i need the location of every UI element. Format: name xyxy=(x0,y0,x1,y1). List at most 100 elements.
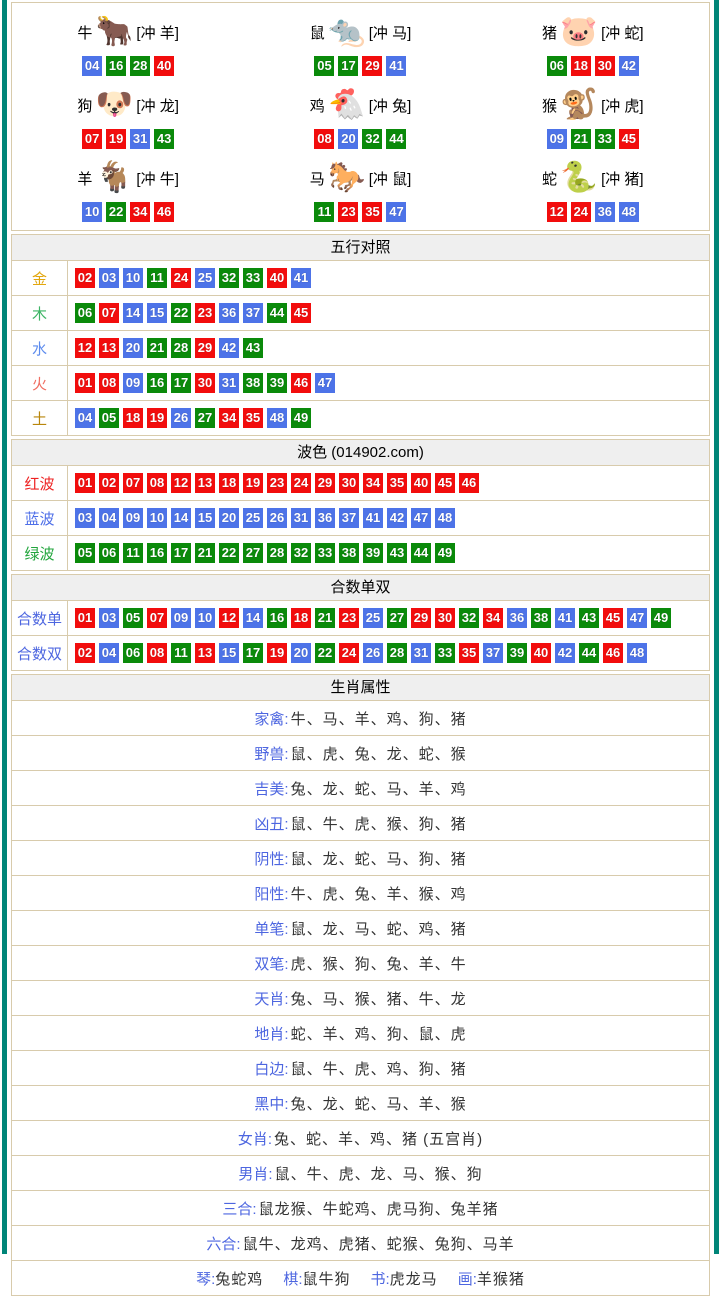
number-ball: 12 xyxy=(75,338,95,358)
number-ball: 28 xyxy=(130,56,150,76)
zodiac-clash-label: [冲 龙] xyxy=(136,95,179,116)
zodiac-name: 鼠 xyxy=(310,22,325,43)
number-ball: 05 xyxy=(99,408,119,428)
number-ball: 29 xyxy=(411,608,431,628)
number-ball: 23 xyxy=(267,473,287,493)
section-wave-colors: 波色 (014902.com) 红波0102070812131819232429… xyxy=(11,439,710,571)
attribute-row: 阳性: 牛、虎、兔、羊、猴、鸡 xyxy=(12,876,709,911)
zodiac-cell: 羊🐐[冲 牛]10223446 xyxy=(12,151,244,224)
number-ball: 20 xyxy=(123,338,143,358)
attribute-value: 鼠龙猴、牛蛇鸡、虎马狗、兔羊猪 xyxy=(259,1198,499,1219)
zodiac-numbers: 04162840 xyxy=(12,56,244,76)
art-value: 兔蛇鸡 xyxy=(215,1271,263,1288)
number-ball: 01 xyxy=(75,473,95,493)
number-ball: 49 xyxy=(435,543,455,563)
number-ball: 25 xyxy=(243,508,263,528)
row-label: 合数双 xyxy=(12,636,68,670)
attribute-value: 鼠、牛、虎、猴、狗、猪 xyxy=(291,813,467,834)
number-ball: 43 xyxy=(579,608,599,628)
zodiac-title: 狗🐶[冲 龙] xyxy=(12,82,244,128)
number-ball: 13 xyxy=(195,643,215,663)
table-row: 金02031011242532334041 xyxy=(12,261,709,296)
number-ball: 40 xyxy=(154,56,174,76)
zodiac-name: 羊 xyxy=(77,168,92,189)
number-ball: 20 xyxy=(291,643,311,663)
number-ball: 32 xyxy=(291,543,311,563)
number-ball: 05 xyxy=(123,608,143,628)
dog-icon: 🐶 xyxy=(93,84,135,126)
number-ball: 10 xyxy=(82,202,102,222)
zodiac-name: 猴 xyxy=(542,95,557,116)
number-ball: 27 xyxy=(195,408,215,428)
section-sum-odd-even: 合数单双 合数单01030507091012141618212325272930… xyxy=(11,574,710,671)
number-ball: 42 xyxy=(219,338,239,358)
art-pair: 书:虎龙马 xyxy=(371,1268,438,1289)
number-ball: 04 xyxy=(82,56,102,76)
zodiac-numbers: 05172941 xyxy=(244,56,476,76)
zodiac-title: 猴🐒[冲 虎] xyxy=(477,82,709,128)
number-ball: 44 xyxy=(411,543,431,563)
number-ball: 30 xyxy=(195,373,215,393)
sum-odd-even-table: 合数单0103050709101214161821232527293032343… xyxy=(11,601,710,671)
attribute-value: 兔、龙、蛇、马、羊、猴 xyxy=(291,1093,467,1114)
table-row: 合数双0204060811131517192022242628313335373… xyxy=(12,636,709,670)
table-row: 火0108091617303138394647 xyxy=(12,366,709,401)
page: 牛🐂[冲 羊]04162840鼠🐀[冲 马]05172941猪🐷[冲 蛇]061… xyxy=(0,0,722,1296)
number-ball: 16 xyxy=(147,543,167,563)
number-ball: 40 xyxy=(267,268,287,288)
number-ball: 29 xyxy=(362,56,382,76)
attribute-value: 牛、虎、兔、羊、猴、鸡 xyxy=(291,883,467,904)
number-ball: 45 xyxy=(435,473,455,493)
number-ball: 42 xyxy=(555,643,575,663)
number-ball: 22 xyxy=(171,303,191,323)
number-ball: 41 xyxy=(386,56,406,76)
number-ball: 11 xyxy=(123,543,143,563)
attribute-value: 鼠、龙、蛇、马、狗、猪 xyxy=(291,848,467,869)
left-border-bar xyxy=(2,0,7,1254)
number-ball: 30 xyxy=(595,56,615,76)
attribute-label: 地肖: xyxy=(254,1023,288,1044)
pig-icon: 🐷 xyxy=(558,11,600,53)
attribute-value: 鼠、牛、虎、龙、马、猴、狗 xyxy=(275,1163,483,1184)
number-ball: 19 xyxy=(243,473,263,493)
art-pair: 棋:鼠牛狗 xyxy=(283,1268,350,1289)
art-label: 棋: xyxy=(283,1271,302,1288)
number-ball: 39 xyxy=(507,643,527,663)
zodiac-clash-label: [冲 鼠] xyxy=(369,168,412,189)
number-ball: 46 xyxy=(291,373,311,393)
number-ball: 32 xyxy=(459,608,479,628)
row-numbers: 1213202128294243 xyxy=(68,338,265,358)
number-ball: 18 xyxy=(291,608,311,628)
number-ball: 17 xyxy=(243,643,263,663)
row-label: 木 xyxy=(12,296,68,330)
attribute-row: 凶丑: 鼠、牛、虎、猴、狗、猪 xyxy=(12,806,709,841)
number-ball: 49 xyxy=(291,408,311,428)
number-ball: 40 xyxy=(411,473,431,493)
number-ball: 37 xyxy=(243,303,263,323)
row-numbers: 0108091617303138394647 xyxy=(68,373,337,393)
number-ball: 15 xyxy=(219,643,239,663)
number-ball: 15 xyxy=(195,508,215,528)
number-ball: 20 xyxy=(219,508,239,528)
number-ball: 48 xyxy=(435,508,455,528)
number-ball: 44 xyxy=(386,129,406,149)
number-ball: 30 xyxy=(339,473,359,493)
number-ball: 23 xyxy=(195,303,215,323)
zodiac-clash-label: [冲 虎] xyxy=(601,95,644,116)
attribute-row: 双笔: 虎、猴、狗、兔、羊、牛 xyxy=(12,946,709,981)
rooster-icon: 🐔 xyxy=(326,84,368,126)
number-ball: 24 xyxy=(571,202,591,222)
monkey-icon: 🐒 xyxy=(558,84,600,126)
number-ball: 07 xyxy=(123,473,143,493)
row-numbers: 05061116172122272832333839434449 xyxy=(68,543,457,563)
zodiac-cell: 狗🐶[冲 龙]07193143 xyxy=(12,78,244,151)
number-ball: 02 xyxy=(99,473,119,493)
zodiac-title: 蛇🐍[冲 猪] xyxy=(477,155,709,201)
number-ball: 03 xyxy=(75,508,95,528)
number-ball: 40 xyxy=(531,643,551,663)
number-ball: 43 xyxy=(387,543,407,563)
attribute-row-arts: 琴:兔蛇鸡棋:鼠牛狗书:虎龙马画:羊猴猪 xyxy=(12,1261,709,1295)
number-ball: 36 xyxy=(219,303,239,323)
art-value: 虎龙马 xyxy=(390,1271,438,1288)
number-ball: 16 xyxy=(147,373,167,393)
